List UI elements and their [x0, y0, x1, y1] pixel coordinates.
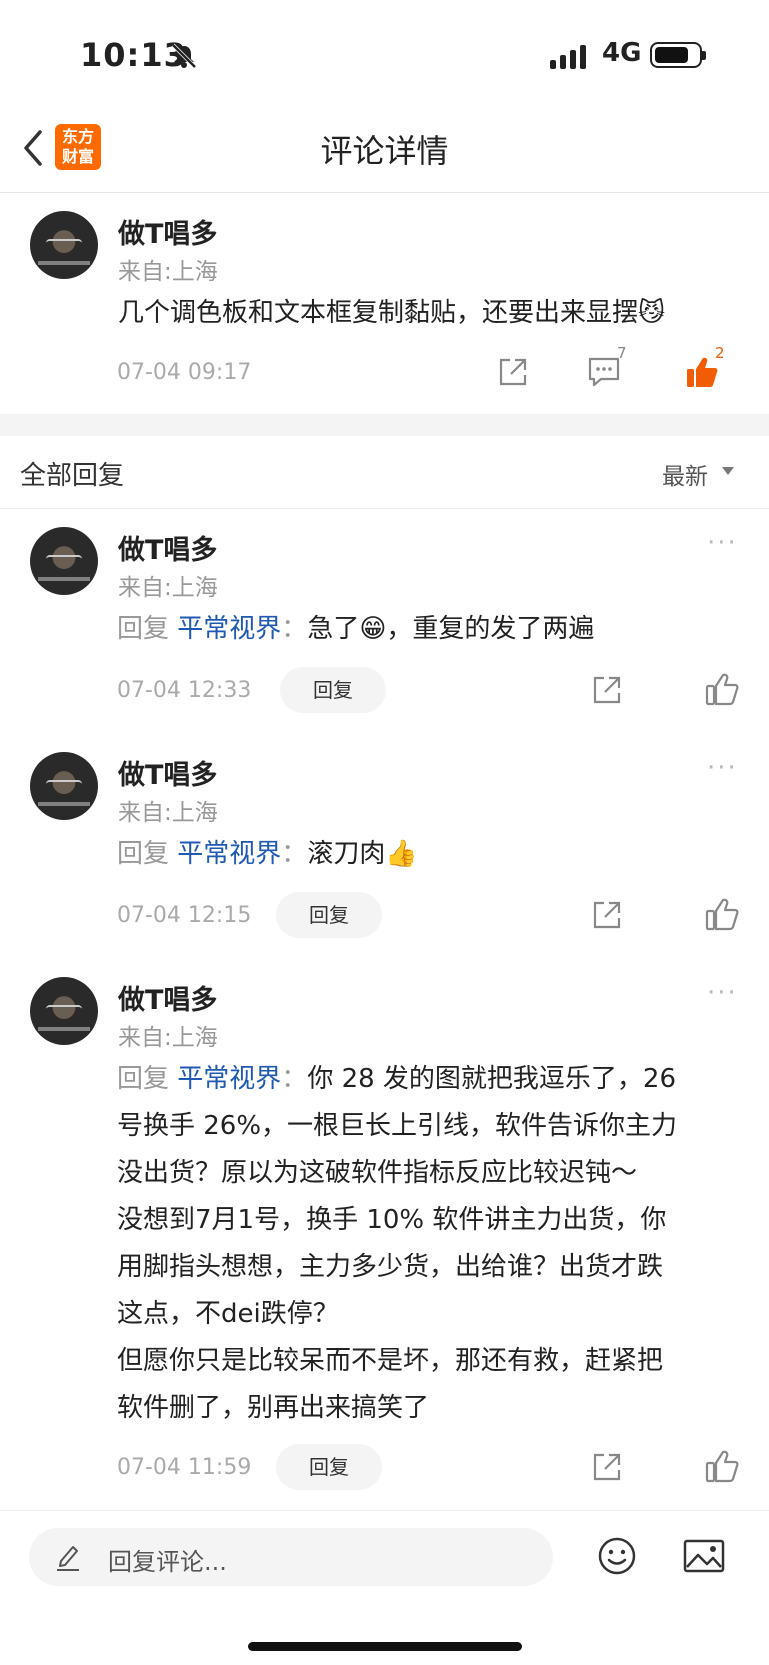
page-title: 评论详情 — [320, 132, 449, 170]
reply-body-line: 软件删了，别再出来搞笑了 — [117, 1393, 430, 1423]
reply-body-line: 你 28 发的图就把我逗乐了，26 — [307, 1064, 677, 1094]
like-icon[interactable] — [705, 897, 739, 931]
comment-count: 7 — [617, 344, 627, 362]
reply-body-line: 用脚指头想想，主力多少货，出给谁？出货才跌 — [117, 1252, 664, 1282]
reply-body-line: 没出货？原以为这破软件指标反应比较迟钝～ — [117, 1158, 638, 1188]
like-count: 2 — [715, 344, 725, 362]
author-name[interactable]: 做T唱多 — [118, 212, 217, 251]
battery-icon — [650, 42, 706, 68]
author-location: 来自:上海 — [118, 575, 218, 601]
reply-input-placeholder[interactable]: 回复评论... — [108, 1542, 227, 1577]
reply-button[interactable]: 回复 — [276, 1444, 382, 1490]
reply-text: 回复 平常视界：急了😁，重复的发了两遍 — [117, 606, 594, 653]
reply-body-line: 这点，不dei跌停？ — [117, 1299, 339, 1329]
comment-icon[interactable] — [587, 356, 621, 388]
reply-time: 07-04 12:33 — [117, 678, 252, 703]
reply-body-line: 号换手 26%，一根巨长上引线，软件告诉你主力 — [117, 1111, 678, 1141]
signal-icon — [550, 45, 586, 69]
bell-muted-icon — [171, 43, 197, 69]
reply-body: 急了😁，重复的发了两遍 — [307, 614, 595, 644]
reply-colon: ： — [281, 614, 308, 644]
author-name[interactable]: 做T唱多 — [118, 753, 217, 792]
share-icon[interactable] — [591, 674, 623, 706]
reply-body: 滚刀肉👍 — [307, 839, 418, 869]
more-icon[interactable]: ··· — [707, 978, 738, 1008]
like-icon[interactable] — [705, 1449, 739, 1483]
reply-text: 回复 平常视界：你 28 发的图就把我逗乐了，26 号换手 26%，一根巨长上引… — [117, 1056, 747, 1432]
reply-body-line: 但愿你只是比较呆而不是坏，那还有救，赶紧把 — [117, 1346, 664, 1376]
reply-lead: 回复 — [117, 614, 170, 644]
reply-lead: 回复 — [117, 1064, 170, 1094]
more-icon[interactable]: ··· — [707, 528, 738, 558]
replies-title: 全部回复 — [20, 461, 125, 491]
reply-target-user[interactable]: 平常视界 — [177, 839, 281, 869]
sort-selector[interactable]: 最新 — [662, 457, 708, 491]
reply-button[interactable]: 回复 — [276, 892, 382, 938]
divider — [0, 192, 769, 193]
comment-text: 几个调色板和文本框复制黏贴，还要出来显摆😼 — [118, 290, 665, 337]
reply-body-line: 没想到7月1号，换手 10% 软件讲主力出货，你 — [117, 1205, 667, 1235]
caret-down-icon[interactable] — [722, 467, 734, 475]
reply-lead: 回复 — [117, 839, 170, 869]
comment-text-body: 几个调色板和文本框复制黏贴，还要出来显摆 — [118, 298, 639, 328]
section-band — [0, 414, 769, 436]
image-icon[interactable] — [683, 1539, 725, 1573]
pencil-icon — [57, 1546, 79, 1571]
author-name[interactable]: 做T唱多 — [118, 978, 217, 1017]
avatar[interactable] — [30, 211, 98, 279]
author-name[interactable]: 做T唱多 — [118, 528, 217, 567]
home-indicator — [248, 1642, 522, 1651]
reply-button[interactable]: 回复 — [280, 667, 386, 713]
share-icon[interactable] — [591, 899, 623, 931]
author-location: 来自:上海 — [118, 1025, 218, 1051]
reply-line: 回复 平常视界：你 28 发的图就把我逗乐了，26 — [117, 1056, 747, 1103]
reply-target-user[interactable]: 平常视界 — [177, 1064, 281, 1094]
avatar[interactable] — [30, 752, 98, 820]
comment-time: 07-04 09:17 — [117, 360, 252, 385]
divider — [0, 508, 769, 509]
avatar[interactable] — [30, 977, 98, 1045]
network-type: 4G — [602, 38, 642, 68]
share-icon[interactable] — [497, 356, 529, 388]
more-icon[interactable]: ··· — [707, 753, 738, 783]
divider — [0, 1510, 769, 1511]
reply-target-user[interactable]: 平常视界 — [177, 614, 281, 644]
reply-colon: ： — [281, 839, 308, 869]
reply-text: 回复 平常视界：滚刀肉👍 — [117, 831, 418, 878]
author-location: 来自:上海 — [118, 259, 218, 285]
reply-time: 07-04 12:15 — [117, 903, 252, 928]
reply-time: 07-04 11:59 — [117, 1455, 252, 1480]
share-icon[interactable] — [591, 1451, 623, 1483]
emoji-icon[interactable] — [597, 1536, 637, 1576]
author-location: 来自:上海 — [118, 800, 218, 826]
reply-colon: ： — [281, 1064, 308, 1094]
like-filled-icon[interactable] — [685, 355, 719, 389]
like-icon[interactable] — [705, 672, 739, 706]
cat-emoji: 😼 — [638, 298, 666, 328]
avatar[interactable] — [30, 527, 98, 595]
